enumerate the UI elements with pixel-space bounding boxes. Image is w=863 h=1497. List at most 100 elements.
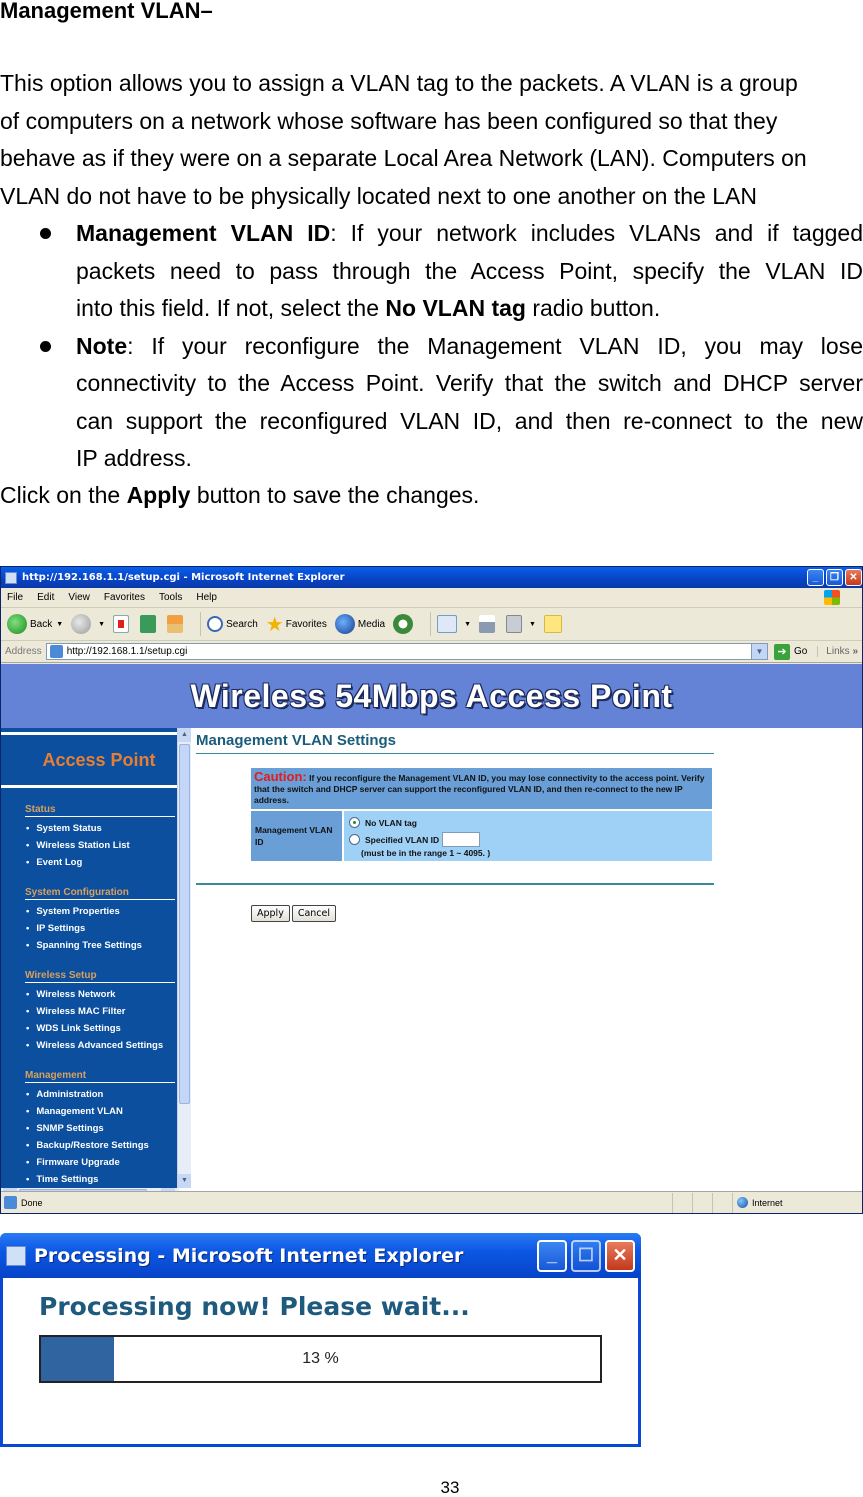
menu-help[interactable]: Help — [196, 592, 217, 603]
ie-page-icon — [5, 571, 17, 584]
refresh-button[interactable] — [140, 615, 159, 633]
links-button[interactable]: Links » — [817, 646, 862, 657]
scroll-up-icon[interactable]: ▲ — [178, 728, 191, 742]
option-no-vlan-tag[interactable]: No VLAN tag — [349, 814, 707, 831]
toolbar: Back ▼ ▼ Search ★ Favorites Media ▼ ▼ — [1, 608, 862, 641]
scroll-down-icon[interactable]: ▼ — [178, 1174, 191, 1188]
notes-button[interactable] — [543, 615, 565, 633]
sidebar-vertical-scrollbar[interactable]: ▲ ▼ — [177, 728, 191, 1188]
instruction-text: button to save the changes. — [190, 482, 480, 508]
print-button[interactable] — [479, 615, 498, 633]
sidebar-item-administration[interactable]: Administration — [25, 1086, 177, 1103]
vlan-settings-table: Caution: If you reconfigure the Manageme… — [251, 768, 712, 861]
apply-instruction: Click on the Apply button to save the ch… — [0, 477, 479, 515]
history-button[interactable] — [393, 614, 416, 634]
bullet-text: : If your network includes VLANs and if … — [330, 220, 863, 246]
media-icon — [334, 614, 355, 634]
menu-file[interactable]: File — [7, 592, 23, 603]
sidebar-item-system-status[interactable]: System Status — [25, 820, 177, 837]
ie-page-icon — [6, 1245, 26, 1266]
media-button[interactable]: Media — [334, 614, 386, 634]
globe-icon — [737, 1197, 748, 1208]
sidebar-item-firmware-upgrade[interactable]: Firmware Upgrade — [25, 1154, 177, 1171]
dialog-heading: Processing now! Please wait... — [39, 1292, 470, 1321]
minimize-button[interactable]: _ — [807, 569, 824, 586]
security-zone: Internet — [732, 1192, 862, 1213]
sidebar-group-status: Status System Status Wireless Station Li… — [1, 804, 177, 871]
close-button[interactable]: ✕ — [845, 569, 862, 586]
cancel-button[interactable]: Cancel — [291, 905, 337, 922]
menu-favorites[interactable]: Favorites — [104, 592, 145, 603]
sidebar-item-wds-link-settings[interactable]: WDS Link Settings — [25, 1020, 177, 1037]
back-button[interactable]: Back ▼ — [7, 614, 63, 634]
page-number: 33 — [440, 1478, 460, 1497]
dialog-minimize-button[interactable]: _ — [537, 1239, 567, 1272]
intro-line: behave as if they were on a separate Loc… — [0, 145, 807, 171]
sidebar-item-spanning-tree-settings[interactable]: Spanning Tree Settings — [25, 937, 177, 954]
back-arrow-icon — [7, 614, 27, 634]
sidebar-item-backup-restore-settings[interactable]: Backup/Restore Settings — [25, 1137, 177, 1154]
bullet-term: Note — [76, 332, 128, 359]
vlan-id-input[interactable] — [442, 832, 481, 847]
search-button[interactable]: Search — [207, 616, 258, 632]
go-arrow-icon: ➔ — [773, 643, 790, 660]
go-button[interactable]: ➔ Go — [773, 643, 807, 660]
bullet-text: radio button. — [525, 295, 661, 321]
main-content: Management VLAN Settings Caution: If you… — [193, 728, 862, 1192]
instruction-text: Click on the — [0, 482, 127, 508]
edit-button[interactable]: ▼ — [506, 615, 536, 633]
menu-edit[interactable]: Edit — [37, 592, 54, 603]
intro-line: This option allows you to assign a VLAN … — [0, 70, 798, 96]
forward-button[interactable]: ▼ — [71, 614, 105, 634]
sidebar-group-title: Management — [25, 1070, 175, 1083]
refresh-icon — [140, 615, 157, 633]
sidebar: Access Point Status System Status Wirele… — [1, 728, 177, 1188]
stop-button[interactable] — [113, 615, 132, 633]
media-label: Media — [357, 618, 386, 630]
mail-icon — [437, 615, 458, 633]
vlan-options: No VLAN tag Specified VLAN ID (must be i… — [342, 809, 712, 861]
dropdown-caret-icon: ▼ — [464, 620, 472, 628]
sidebar-title: Access Point — [42, 749, 156, 770]
sidebar-item-event-log[interactable]: Event Log — [25, 854, 177, 871]
sidebar-item-ip-settings[interactable]: IP Settings — [25, 920, 177, 937]
address-input[interactable]: http://192.168.1.1/setup.cgi ▼ — [45, 643, 768, 660]
sidebar-item-wireless-station-list[interactable]: Wireless Station List — [25, 837, 177, 854]
menu-view[interactable]: View — [68, 592, 90, 603]
bullet-management-vlan-id: Management VLAN ID: If your network incl… — [0, 215, 863, 328]
favorites-button[interactable]: ★ Favorites — [266, 612, 327, 637]
bullet-text: can support the reconfigured VLAN ID, an… — [76, 407, 863, 434]
search-icon — [207, 616, 224, 632]
restore-button[interactable]: ❐ — [826, 569, 843, 586]
sidebar-item-wireless-network[interactable]: Wireless Network — [25, 986, 177, 1003]
sidebar-item-time-settings[interactable]: Time Settings — [25, 1171, 177, 1188]
dropdown-caret-icon: ▼ — [529, 620, 536, 628]
sidebar-item-wireless-advanced-settings[interactable]: Wireless Advanced Settings — [25, 1037, 177, 1054]
radio-no-vlan-tag[interactable] — [349, 817, 360, 828]
instruction-bold: Apply — [126, 482, 191, 508]
address-value: http://192.168.1.1/setup.cgi — [66, 646, 188, 657]
windows-logo-icon — [824, 590, 840, 605]
dialog-maximize-button[interactable]: ☐ — [571, 1239, 601, 1272]
address-dropdown-icon[interactable]: ▼ — [750, 644, 767, 659]
sidebar-item-wireless-mac-filter[interactable]: Wireless MAC Filter — [25, 1003, 177, 1020]
apply-button[interactable]: Apply — [251, 905, 290, 922]
bullet-text: connectivity to the Access Point. Verify… — [76, 370, 863, 396]
status-segment — [712, 1192, 732, 1213]
sidebar-item-snmp-settings[interactable]: SNMP Settings — [25, 1120, 177, 1137]
option-specified-vlan-id[interactable]: Specified VLAN ID — [349, 831, 707, 848]
radio-specified-vlan-id[interactable] — [349, 834, 360, 845]
favorites-label: Favorites — [285, 618, 327, 630]
bullet-bold-inline: No VLAN tag — [385, 295, 526, 321]
history-icon — [393, 614, 414, 634]
home-button[interactable] — [167, 615, 186, 633]
bullet-term: Management VLAN ID — [76, 220, 331, 246]
bullet-dot-icon — [40, 228, 51, 239]
dialog-close-button[interactable]: ✕ — [605, 1239, 635, 1272]
scroll-thumb[interactable] — [179, 744, 190, 1104]
menu-bar: File Edit View Favorites Tools Help — [1, 588, 862, 608]
sidebar-item-management-vlan[interactable]: Management VLAN — [25, 1103, 177, 1120]
sidebar-item-system-properties[interactable]: System Properties — [25, 903, 177, 920]
menu-tools[interactable]: Tools — [159, 592, 182, 603]
mail-button[interactable]: ▼ — [437, 615, 471, 633]
